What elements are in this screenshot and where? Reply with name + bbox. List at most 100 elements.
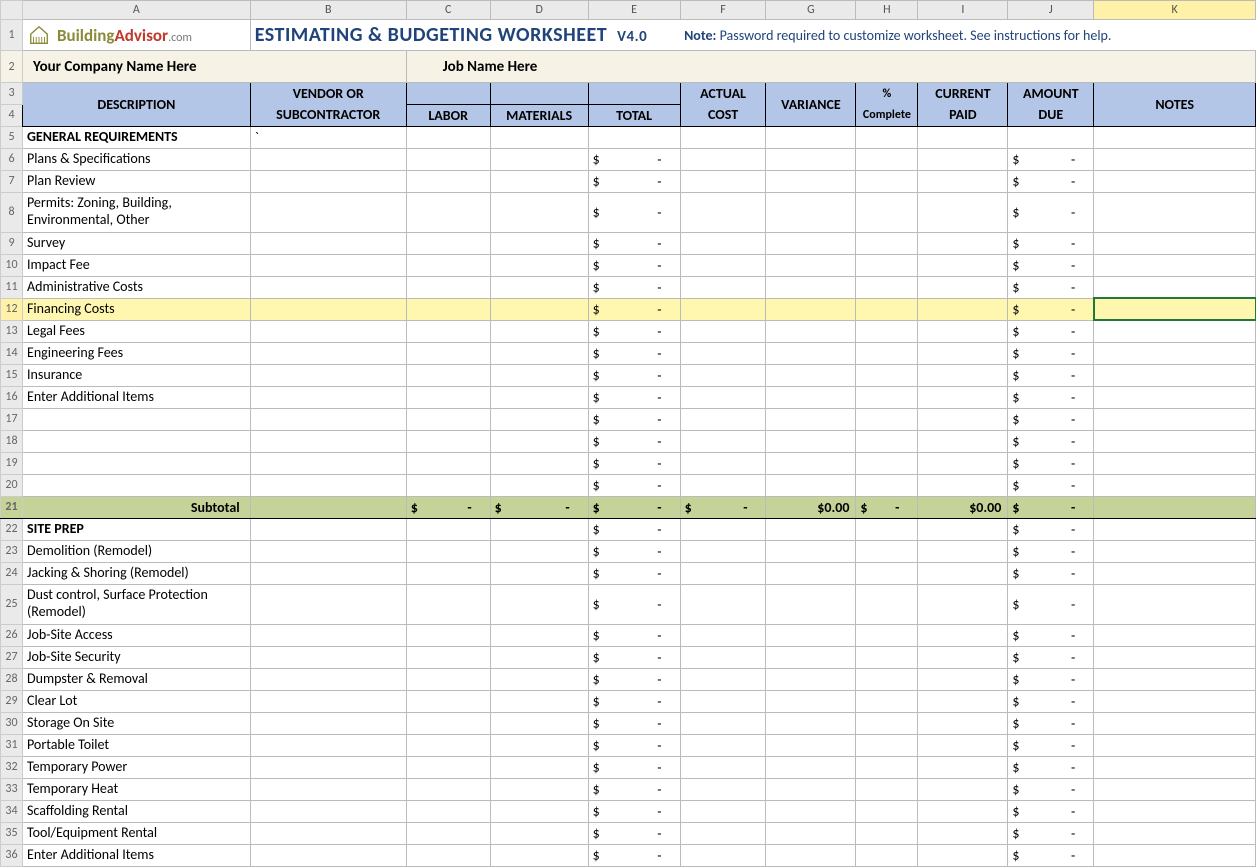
row-34[interactable]: 34 — [1, 800, 23, 822]
notes-cell[interactable] — [1094, 276, 1256, 298]
empty-cell[interactable] — [856, 712, 918, 734]
col-K[interactable]: K — [1094, 1, 1256, 20]
description-cell[interactable]: Enter Additional Items — [22, 386, 250, 408]
vendor-cell[interactable] — [250, 170, 406, 192]
empty-cell[interactable] — [490, 778, 588, 800]
description-cell[interactable]: Demolition (Remodel) — [22, 540, 250, 562]
empty-cell[interactable] — [490, 584, 588, 624]
empty-cell[interactable] — [856, 734, 918, 756]
vendor-cell[interactable] — [250, 624, 406, 646]
empty-cell[interactable] — [490, 126, 588, 148]
empty-cell[interactable] — [680, 386, 766, 408]
empty-cell[interactable] — [856, 254, 918, 276]
empty-cell[interactable] — [490, 364, 588, 386]
empty-cell[interactable] — [406, 148, 490, 170]
empty-cell[interactable] — [918, 408, 1008, 430]
money-cell[interactable]: $- — [1008, 624, 1094, 646]
row-23[interactable]: 23 — [1, 540, 23, 562]
empty-cell[interactable] — [766, 584, 856, 624]
empty-cell[interactable] — [918, 474, 1008, 496]
row-32[interactable]: 32 — [1, 756, 23, 778]
money-cell[interactable]: $- — [1008, 232, 1094, 254]
empty-cell[interactable] — [918, 126, 1008, 148]
empty-cell[interactable] — [918, 276, 1008, 298]
money-cell[interactable]: $- — [1008, 778, 1094, 800]
empty-cell[interactable] — [856, 386, 918, 408]
money-cell[interactable]: $- — [1008, 320, 1094, 342]
empty-cell[interactable] — [490, 148, 588, 170]
row-33[interactable]: 33 — [1, 778, 23, 800]
empty-cell[interactable] — [766, 126, 856, 148]
empty-cell[interactable] — [856, 690, 918, 712]
empty-cell[interactable] — [406, 126, 490, 148]
description-cell[interactable]: Job-Site Security — [22, 646, 250, 668]
row-24[interactable]: 24 — [1, 562, 23, 584]
empty-cell[interactable] — [680, 192, 766, 232]
money-cell[interactable]: $- — [588, 540, 680, 562]
vendor-cell[interactable] — [250, 408, 406, 430]
empty-cell[interactable] — [490, 342, 588, 364]
money-cell[interactable]: $- — [1008, 562, 1094, 584]
money-cell[interactable]: $- — [588, 232, 680, 254]
notes-cell[interactable] — [1094, 712, 1256, 734]
vendor-cell[interactable] — [250, 800, 406, 822]
description-cell[interactable] — [22, 474, 250, 496]
empty-cell[interactable] — [680, 778, 766, 800]
vendor-cell[interactable] — [250, 562, 406, 584]
empty-cell[interactable] — [856, 192, 918, 232]
row-36[interactable]: 36 — [1, 844, 23, 866]
empty-cell[interactable] — [918, 646, 1008, 668]
vendor-cell[interactable] — [250, 646, 406, 668]
money-cell[interactable]: $- — [588, 712, 680, 734]
empty-cell[interactable] — [680, 452, 766, 474]
empty-cell[interactable] — [1008, 126, 1094, 148]
empty-cell[interactable] — [766, 298, 856, 320]
empty-cell[interactable] — [766, 452, 856, 474]
vendor-cell[interactable] — [250, 276, 406, 298]
description-cell[interactable]: Storage On Site — [22, 712, 250, 734]
description-cell[interactable]: Dumpster & Removal — [22, 668, 250, 690]
description-cell[interactable]: Insurance — [22, 364, 250, 386]
vendor-cell[interactable] — [250, 232, 406, 254]
empty-cell[interactable] — [918, 320, 1008, 342]
col-D[interactable]: D — [490, 1, 588, 20]
empty-cell[interactable] — [918, 734, 1008, 756]
money-cell[interactable]: $- — [588, 822, 680, 844]
empty-cell[interactable] — [406, 624, 490, 646]
vendor-cell[interactable] — [250, 668, 406, 690]
empty-cell[interactable] — [766, 474, 856, 496]
empty-cell[interactable] — [766, 822, 856, 844]
notes-cell[interactable] — [1094, 254, 1256, 276]
empty-cell[interactable] — [490, 844, 588, 866]
money-cell[interactable]: $- — [588, 844, 680, 866]
empty-cell[interactable] — [918, 690, 1008, 712]
empty-cell[interactable] — [766, 518, 856, 540]
empty-cell[interactable] — [766, 342, 856, 364]
empty-cell[interactable] — [856, 540, 918, 562]
money-cell[interactable]: $- — [588, 254, 680, 276]
money-cell[interactable]: $- — [1008, 540, 1094, 562]
empty-cell[interactable] — [406, 584, 490, 624]
money-cell[interactable]: $- — [588, 496, 680, 518]
notes-cell[interactable] — [1094, 584, 1256, 624]
description-cell[interactable]: Plan Review — [22, 170, 250, 192]
money-cell[interactable]: $- — [1008, 668, 1094, 690]
empty-cell[interactable] — [856, 800, 918, 822]
row-30[interactable]: 30 — [1, 712, 23, 734]
empty-cell[interactable] — [406, 844, 490, 866]
empty-cell[interactable] — [766, 430, 856, 452]
money-cell[interactable]: $- — [1008, 844, 1094, 866]
notes-cell[interactable] — [1094, 822, 1256, 844]
empty-cell[interactable] — [490, 452, 588, 474]
notes-cell[interactable] — [1094, 624, 1256, 646]
empty-cell[interactable] — [490, 712, 588, 734]
empty-cell[interactable] — [918, 170, 1008, 192]
empty-cell[interactable] — [766, 232, 856, 254]
money-cell[interactable]: $- — [588, 800, 680, 822]
empty-cell[interactable] — [856, 232, 918, 254]
empty-cell[interactable] — [490, 170, 588, 192]
empty-cell[interactable] — [680, 518, 766, 540]
vendor-cell[interactable] — [250, 298, 406, 320]
money-cell[interactable]: $- — [588, 646, 680, 668]
notes-cell[interactable] — [1094, 844, 1256, 866]
